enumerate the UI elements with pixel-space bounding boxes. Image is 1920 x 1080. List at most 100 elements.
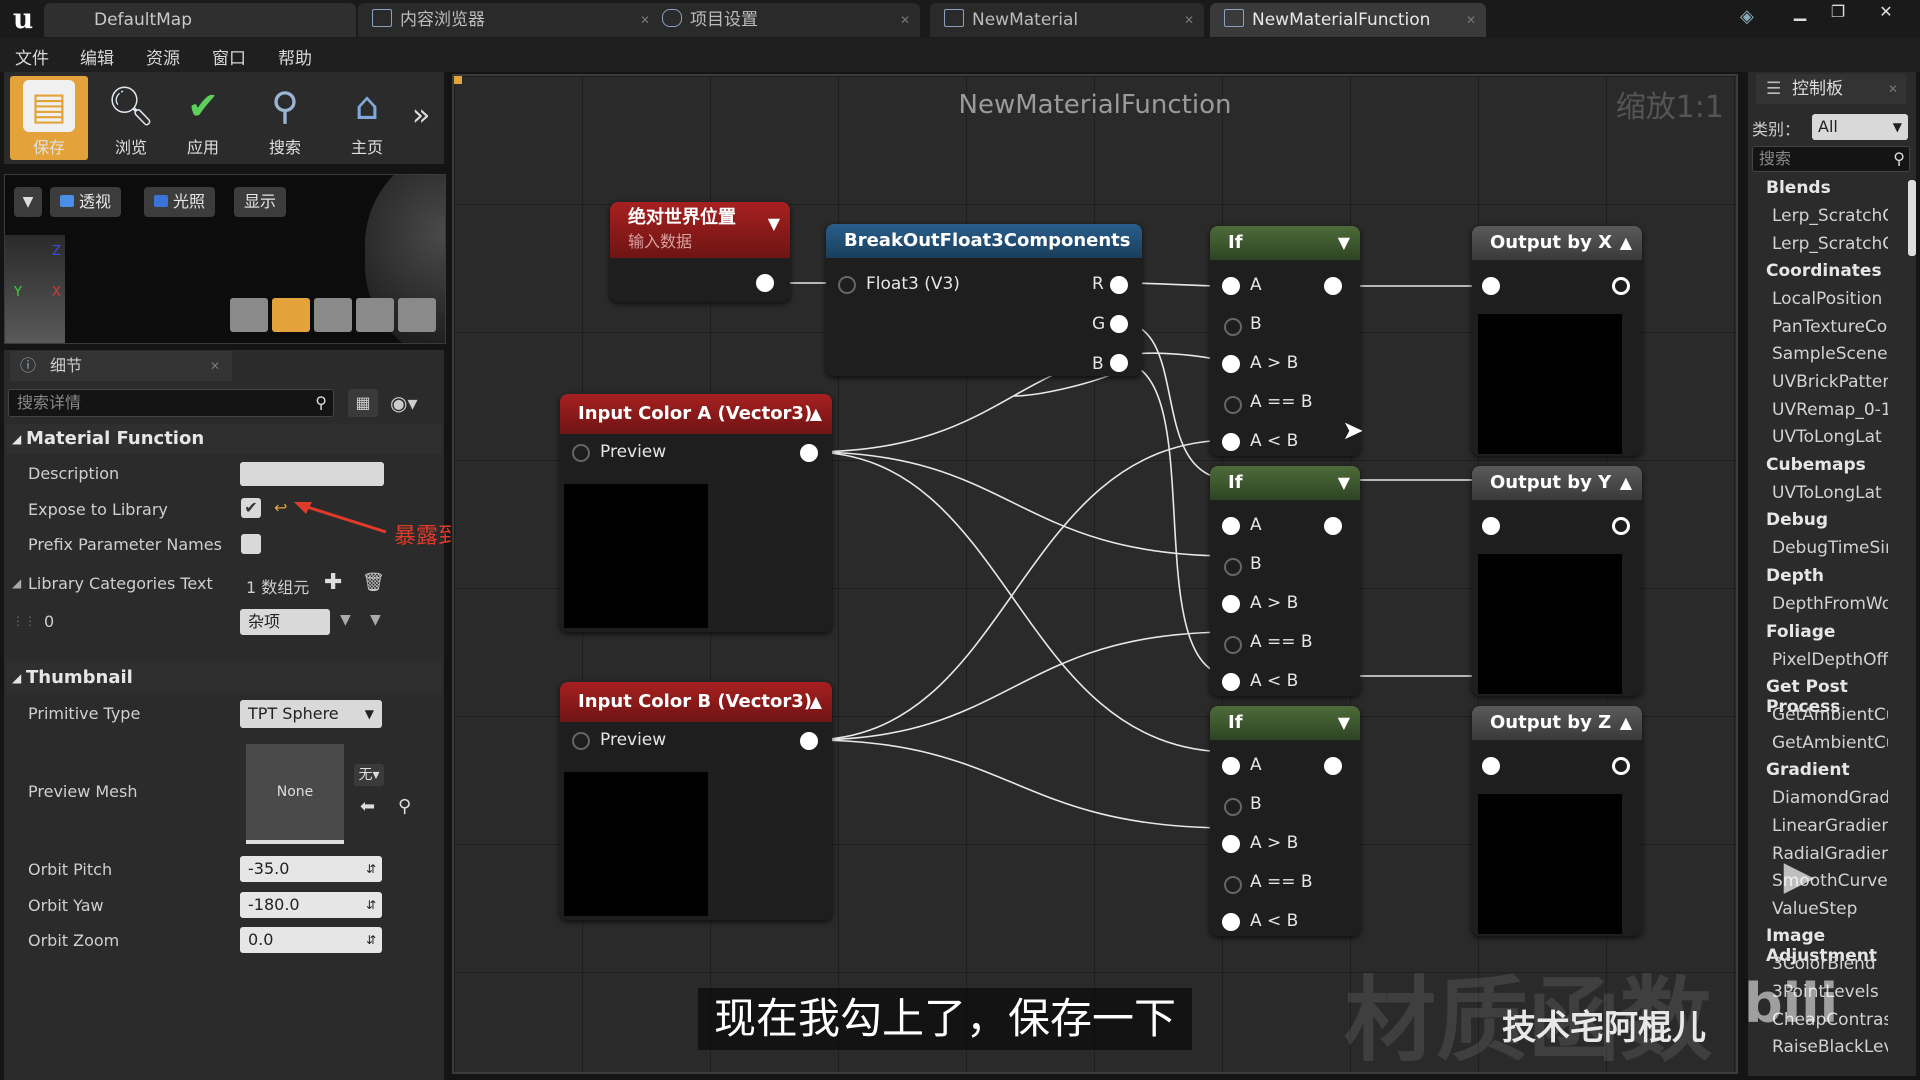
input-color-b-node[interactable]: Input Color B (Vector3) ▲ Preview <box>560 682 832 920</box>
close-icon[interactable]: ✕ <box>1888 74 1898 104</box>
input-pin-b[interactable] <box>1224 318 1242 336</box>
category-dropdown[interactable]: All ▼ <box>1812 114 1908 140</box>
collapse-arrow-icon[interactable]: ▼ <box>1338 706 1350 740</box>
description-field[interactable] <box>240 462 384 486</box>
orbit-pitch-input[interactable]: -35.0 ⇵ <box>240 856 382 882</box>
primitive-cylinder-button[interactable] <box>230 298 268 332</box>
input-pin-a[interactable] <box>1222 277 1240 295</box>
collapse-arrow-icon[interactable]: ▼ <box>768 212 780 236</box>
library-category-input[interactable]: 杂项 <box>240 609 330 635</box>
viewport-options-icon[interactable]: ▼ <box>14 187 42 217</box>
palette-item[interactable]: UVToLongLat <box>1772 427 1888 447</box>
primitive-cube-button[interactable] <box>356 298 394 332</box>
tab-details[interactable]: ⓘ 细节 ✕ <box>10 351 232 381</box>
if-node-3[interactable]: If ▼ A B A > B A == B A < B <box>1210 706 1360 936</box>
list-view-icon[interactable]: ▦ <box>348 389 378 417</box>
browse-button[interactable]: 🔍︎ 浏览 <box>92 76 170 160</box>
collapse-icon[interactable]: ◢ <box>12 576 21 590</box>
input-pin-a-gt-b[interactable] <box>1222 595 1240 613</box>
if-node-1[interactable]: If ▼ A B A > B A == B A < B <box>1210 226 1360 456</box>
apply-button[interactable]: ✔ 应用 <box>164 76 242 160</box>
primitive-plane-button[interactable] <box>314 298 352 332</box>
output-pin[interactable] <box>1324 517 1342 535</box>
palette-item[interactable]: LinearGradient <box>1772 816 1888 836</box>
minimize-icon[interactable]: ▁ <box>1780 0 1820 24</box>
eye-visibility-icon[interactable]: ◉▾ <box>390 389 440 417</box>
input-pin[interactable] <box>838 276 856 294</box>
palette-category[interactable]: Foliage <box>1766 622 1835 642</box>
output-pin[interactable] <box>1612 757 1630 775</box>
home-button[interactable]: ⌂ 主页 <box>328 76 406 160</box>
show-button[interactable]: 显示 <box>234 187 287 217</box>
primitive-sphere-button[interactable] <box>272 298 310 332</box>
menu-window[interactable]: 窗口 <box>212 44 246 69</box>
section-thumbnail[interactable]: ◢ Thumbnail <box>6 663 442 693</box>
collapse-arrow-icon[interactable]: ▼ <box>1338 466 1350 500</box>
browse-magnifier-icon[interactable]: ⚲ <box>398 796 411 817</box>
close-icon[interactable]: ✕ <box>1466 3 1476 37</box>
close-icon[interactable]: ✕ <box>1184 3 1194 37</box>
output-y-node[interactable]: Output by Y ▲ <box>1472 466 1642 696</box>
input-pin-a-eq-b[interactable] <box>1224 396 1242 414</box>
use-selected-arrow-icon[interactable]: ⬅ <box>360 796 375 817</box>
palette-item[interactable]: GetAmbientCube2 <box>1772 733 1888 753</box>
close-icon[interactable]: ✕ <box>900 3 910 37</box>
input-pin[interactable] <box>1482 517 1500 535</box>
palette-item[interactable]: PixelDepthOffset <box>1772 650 1888 670</box>
perspective-button[interactable]: 透视 <box>50 187 122 217</box>
palette-item[interactable]: SampleSceneDepth <box>1772 344 1888 364</box>
output-pin[interactable] <box>756 274 774 292</box>
palette-item[interactable]: PanTextureCoordinate <box>1772 317 1888 337</box>
palette-item[interactable]: UVBrickPattern <box>1772 372 1888 392</box>
palette-item[interactable]: LocalPosition <box>1772 289 1888 309</box>
unreal-logo-icon[interactable]: u <box>6 2 40 36</box>
preview-mesh-combo[interactable]: 无▾ <box>354 764 384 786</box>
palette-search-input[interactable]: 搜索 ⚲ <box>1752 146 1910 172</box>
orbit-yaw-input[interactable]: -180.0 ⇵ <box>240 892 382 918</box>
palette-item[interactable]: Lerp_ScratchGrime <box>1772 206 1888 226</box>
tab-default-map[interactable]: DefaultMap <box>44 3 356 37</box>
menu-asset[interactable]: 资源 <box>146 44 180 69</box>
collapse-arrow-icon[interactable]: ▲ <box>1620 706 1632 740</box>
palette-category[interactable]: Blends <box>1766 178 1831 198</box>
reset-to-default-icon[interactable]: ↩ <box>274 498 287 517</box>
input-color-a-node[interactable]: Input Color A (Vector3) ▲ Preview <box>560 394 832 632</box>
breakout-float3-node[interactable]: BreakOutFloat3Components Float3 (V3) R G… <box>826 224 1142 376</box>
palette-item[interactable]: DebugTimeSine <box>1772 538 1888 558</box>
prefix-parameter-names-checkbox[interactable] <box>241 534 261 554</box>
output-z-node[interactable]: Output by Z ▲ <box>1472 706 1642 936</box>
save-button[interactable]: ▤ 保存 <box>10 76 88 160</box>
element-options-icon[interactable]: ▼ <box>370 612 381 628</box>
palette-item[interactable]: Lerp_ScratchGrime2 <box>1772 234 1888 254</box>
input-pin-a-eq-b[interactable] <box>1224 636 1242 654</box>
output-pin[interactable] <box>1324 757 1342 775</box>
add-element-icon[interactable]: ✚ <box>324 570 342 595</box>
input-pin-a-lt-b[interactable] <box>1222 433 1240 451</box>
output-pin[interactable] <box>800 444 818 462</box>
collapse-arrow-icon[interactable]: ▲ <box>1620 466 1632 500</box>
output-x-node[interactable]: Output by X ▲ <box>1472 226 1642 456</box>
primitive-type-dropdown[interactable]: TPT Sphere ▼ <box>240 700 382 728</box>
trash-icon[interactable]: 🗑︎ <box>362 572 385 593</box>
menu-help[interactable]: 帮助 <box>278 44 312 69</box>
input-pin-a-eq-b[interactable] <box>1224 876 1242 894</box>
material-graph-canvas[interactable]: NewMaterialFunction 缩放1:1 绝对世界位置 输入数据 ▼ <box>452 74 1738 1074</box>
palette-category[interactable]: Coordinates <box>1766 261 1882 281</box>
input-pin-a[interactable] <box>1222 757 1240 775</box>
input-pin-b[interactable] <box>1224 798 1242 816</box>
collapse-arrow-icon[interactable]: ▲ <box>810 682 822 722</box>
input-pin[interactable] <box>1482 757 1500 775</box>
menu-edit[interactable]: 编辑 <box>80 44 114 69</box>
output-pin-r[interactable] <box>1110 276 1128 294</box>
output-pin-b[interactable] <box>1110 354 1128 372</box>
menu-file[interactable]: 文件 <box>15 44 49 69</box>
lit-button[interactable]: 光照 <box>144 187 216 217</box>
tab-palette[interactable]: ☰ 控制板 ✕ <box>1756 74 1906 104</box>
input-pin[interactable] <box>1482 277 1500 295</box>
primitive-mesh-button[interactable] <box>398 298 436 332</box>
if-node-2[interactable]: If ▼ A B A > B A == B A < B <box>1210 466 1360 696</box>
input-pin-a-lt-b[interactable] <box>1222 673 1240 691</box>
palette-category[interactable]: Cubemaps <box>1766 455 1866 475</box>
tab-content-browser[interactable]: 内容浏览器 ✕ <box>358 3 660 37</box>
input-pin[interactable] <box>572 444 590 462</box>
